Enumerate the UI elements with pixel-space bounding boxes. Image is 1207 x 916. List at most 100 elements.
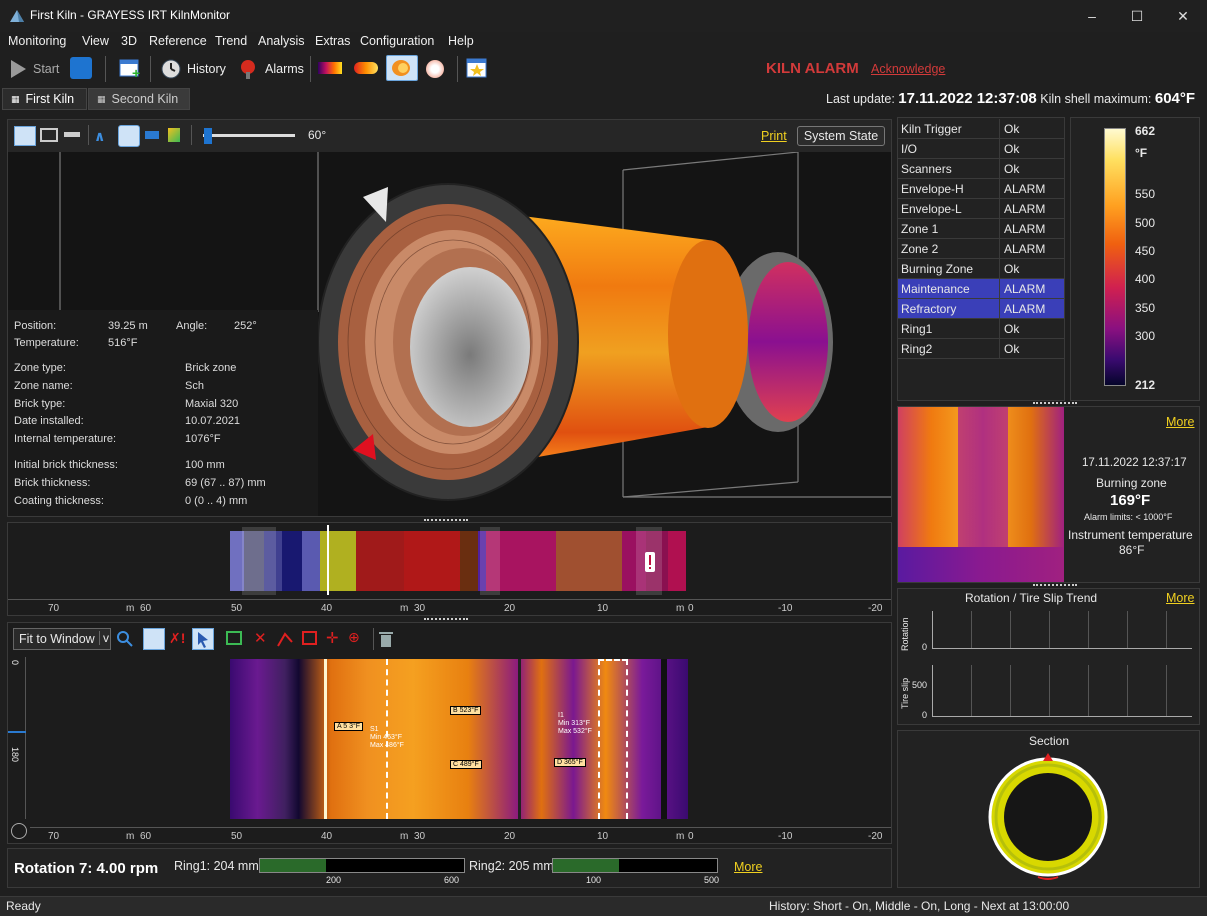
thermal-image[interactable]: A 5 3°F B 523°F C 489°F D 365°F S1 Min 4… [230, 659, 688, 819]
marker-a[interactable]: A 5 3°F [334, 722, 364, 731]
menu-trend[interactable]: Trend [215, 34, 247, 48]
vertical-ruler: 0 180 [8, 657, 26, 819]
window-title: First Kiln - GRAYESS IRT KilnMonitor [30, 8, 231, 22]
menu-analysis[interactable]: Analysis [258, 34, 305, 48]
marker-b[interactable]: B 523°F [450, 706, 482, 715]
system-state-button[interactable]: System State [797, 126, 885, 146]
menu-configuration[interactable]: Configuration [360, 34, 434, 48]
status-row-io[interactable]: I/O Ok [898, 139, 1064, 159]
history-button[interactable]: History [160, 56, 226, 82]
stop-icon[interactable] [70, 57, 92, 79]
scan-s1-label: S1 Min 463°F Max 486°F [370, 726, 404, 749]
menu-reference[interactable]: Reference [149, 34, 207, 48]
play-icon [11, 60, 26, 78]
palette-hot-button[interactable] [386, 55, 418, 81]
splitter-handle[interactable] [1033, 584, 1077, 587]
menu-monitoring[interactable]: Monitoring [8, 34, 66, 48]
zone-strip[interactable] [230, 531, 686, 591]
select-pointer-icon[interactable] [192, 628, 214, 650]
rotate-3d-icon[interactable] [118, 125, 140, 147]
ring1-gauge [259, 858, 465, 873]
fit-to-window-select[interactable]: Fit to Window [13, 628, 111, 650]
menu-3d[interactable]: 3D [121, 34, 137, 48]
delete-marker-icon[interactable]: ✕ [254, 629, 267, 647]
split-view-icon[interactable] [40, 128, 58, 142]
zoom-icon[interactable] [116, 630, 134, 648]
status-row-burning-zone[interactable]: Burning Zone Ok [898, 259, 1064, 279]
thermal-scan-panel: Fit to Window v ✗! ✕ ✛ ⊕ 0 180 A 5 3°F B… [7, 618, 892, 844]
menu-view[interactable]: View [82, 34, 109, 48]
title-bar: First Kiln - GRAYESS IRT KilnMonitor – ☐… [0, 0, 1207, 32]
status-row-ring2[interactable]: Ring2 Ok [898, 339, 1064, 359]
flame-icon [392, 60, 410, 76]
splitter-handle[interactable] [424, 519, 468, 522]
layout-icon[interactable] [14, 126, 36, 146]
marker-d[interactable]: D 365°F [554, 758, 586, 767]
warning-marker-icon[interactable] [642, 551, 658, 573]
rotation-more-link[interactable]: More [734, 860, 762, 874]
double-chevron-up-icon[interactable]: ∧ [94, 128, 105, 145]
camera-more-link[interactable]: More [1166, 415, 1194, 429]
status-row-ring1[interactable]: Ring1 Ok [898, 319, 1064, 339]
status-row-zone-1[interactable]: Zone 1 ALARM [898, 219, 1064, 239]
ring2-gauge [552, 858, 718, 873]
trash-icon[interactable] [378, 630, 394, 648]
splitter-handle[interactable] [1033, 402, 1077, 405]
trend-more-link[interactable]: More [1166, 591, 1194, 605]
angle-readout: 252° [234, 320, 257, 332]
splitter-handle[interactable] [424, 618, 468, 621]
maximize-button[interactable]: ☐ [1114, 0, 1160, 32]
rect-tool-icon[interactable] [302, 631, 317, 645]
brush-icon[interactable] [168, 128, 180, 142]
status-row-envelope-h[interactable]: Envelope-H ALARM [898, 179, 1064, 199]
start-button[interactable]: Start [8, 56, 59, 82]
angle-value: 60° [308, 128, 327, 142]
ring1-label: Ring1: 204 mm [174, 859, 259, 873]
palette-iron-icon[interactable] [318, 62, 342, 74]
status-row-kiln-trigger[interactable]: Kiln Trigger Ok [898, 119, 1064, 139]
thermal-ruler: 70 m 60 50 40 m 30 20 10 m 0 -10 -20 [30, 827, 891, 843]
angle-slider[interactable] [203, 134, 295, 137]
strip-view-icon[interactable] [64, 132, 80, 137]
alarms-button[interactable]: Alarms [238, 56, 304, 82]
status-row-maintenance[interactable]: Maintenance ALARM [898, 279, 1064, 299]
status-row-envelope-l[interactable]: Envelope-L ALARM [898, 199, 1064, 219]
camera-image[interactable] [898, 407, 1064, 582]
palette-rainbow-icon[interactable] [354, 62, 378, 74]
section-ring[interactable] [986, 751, 1110, 885]
kiln-alarm-label: KILN ALARM [766, 60, 859, 77]
status-row-zone-2[interactable]: Zone 2 ALARM [898, 239, 1064, 259]
status-row-refractory[interactable]: Refractory ALARM [898, 299, 1064, 319]
dropdown-arrow[interactable]: v [99, 631, 109, 645]
marker-c[interactable]: C 489°F [450, 760, 482, 769]
rotation-value: Rotation 7: 4.00 rpm [14, 860, 159, 877]
last-update-line: Last update: 17.11.2022 12:37:08 Kiln sh… [826, 90, 1196, 107]
status-row-scanners[interactable]: Scanners Ok [898, 159, 1064, 179]
minimize-button[interactable]: – [1069, 0, 1115, 32]
position-cursor[interactable] [327, 525, 329, 595]
crosshair-icon[interactable]: ✛ [326, 629, 339, 647]
menu-help[interactable]: Help [448, 34, 474, 48]
tab-second-kiln[interactable]: ▦ Second Kiln [88, 88, 190, 110]
add-view-icon[interactable]: + [118, 56, 142, 80]
star-view-icon[interactable] [466, 57, 488, 79]
alarm-bell-icon [241, 60, 255, 79]
temperature-value: 516°F [108, 337, 138, 349]
move-icon[interactable] [145, 131, 159, 139]
angle-slider-thumb[interactable] [204, 128, 212, 144]
rotation-panel: Rotation 7: 4.00 rpm Ring1: 204 mm 200 6… [7, 848, 892, 888]
print-link[interactable]: Print [761, 129, 787, 143]
ruler-toggle-icon[interactable] [143, 628, 165, 650]
palette-grey-icon[interactable] [426, 60, 444, 78]
span-tool-icon[interactable]: ⊕ [348, 629, 360, 646]
close-button[interactable]: ✕ [1160, 0, 1206, 32]
line-tool-icon[interactable] [276, 630, 294, 648]
acknowledge-link[interactable]: Acknowledge [871, 62, 945, 76]
ring2-label: Ring2: 205 mm [469, 859, 554, 873]
menu-extras[interactable]: Extras [315, 34, 350, 48]
clear-alarms-icon[interactable]: ✗! [169, 630, 185, 647]
reset-view-icon[interactable] [11, 823, 27, 839]
area-icon[interactable] [226, 631, 242, 645]
tab-first-kiln[interactable]: ▦ First Kiln [2, 88, 87, 110]
trend-title: Rotation / Tire Slip Trend [965, 591, 1098, 605]
